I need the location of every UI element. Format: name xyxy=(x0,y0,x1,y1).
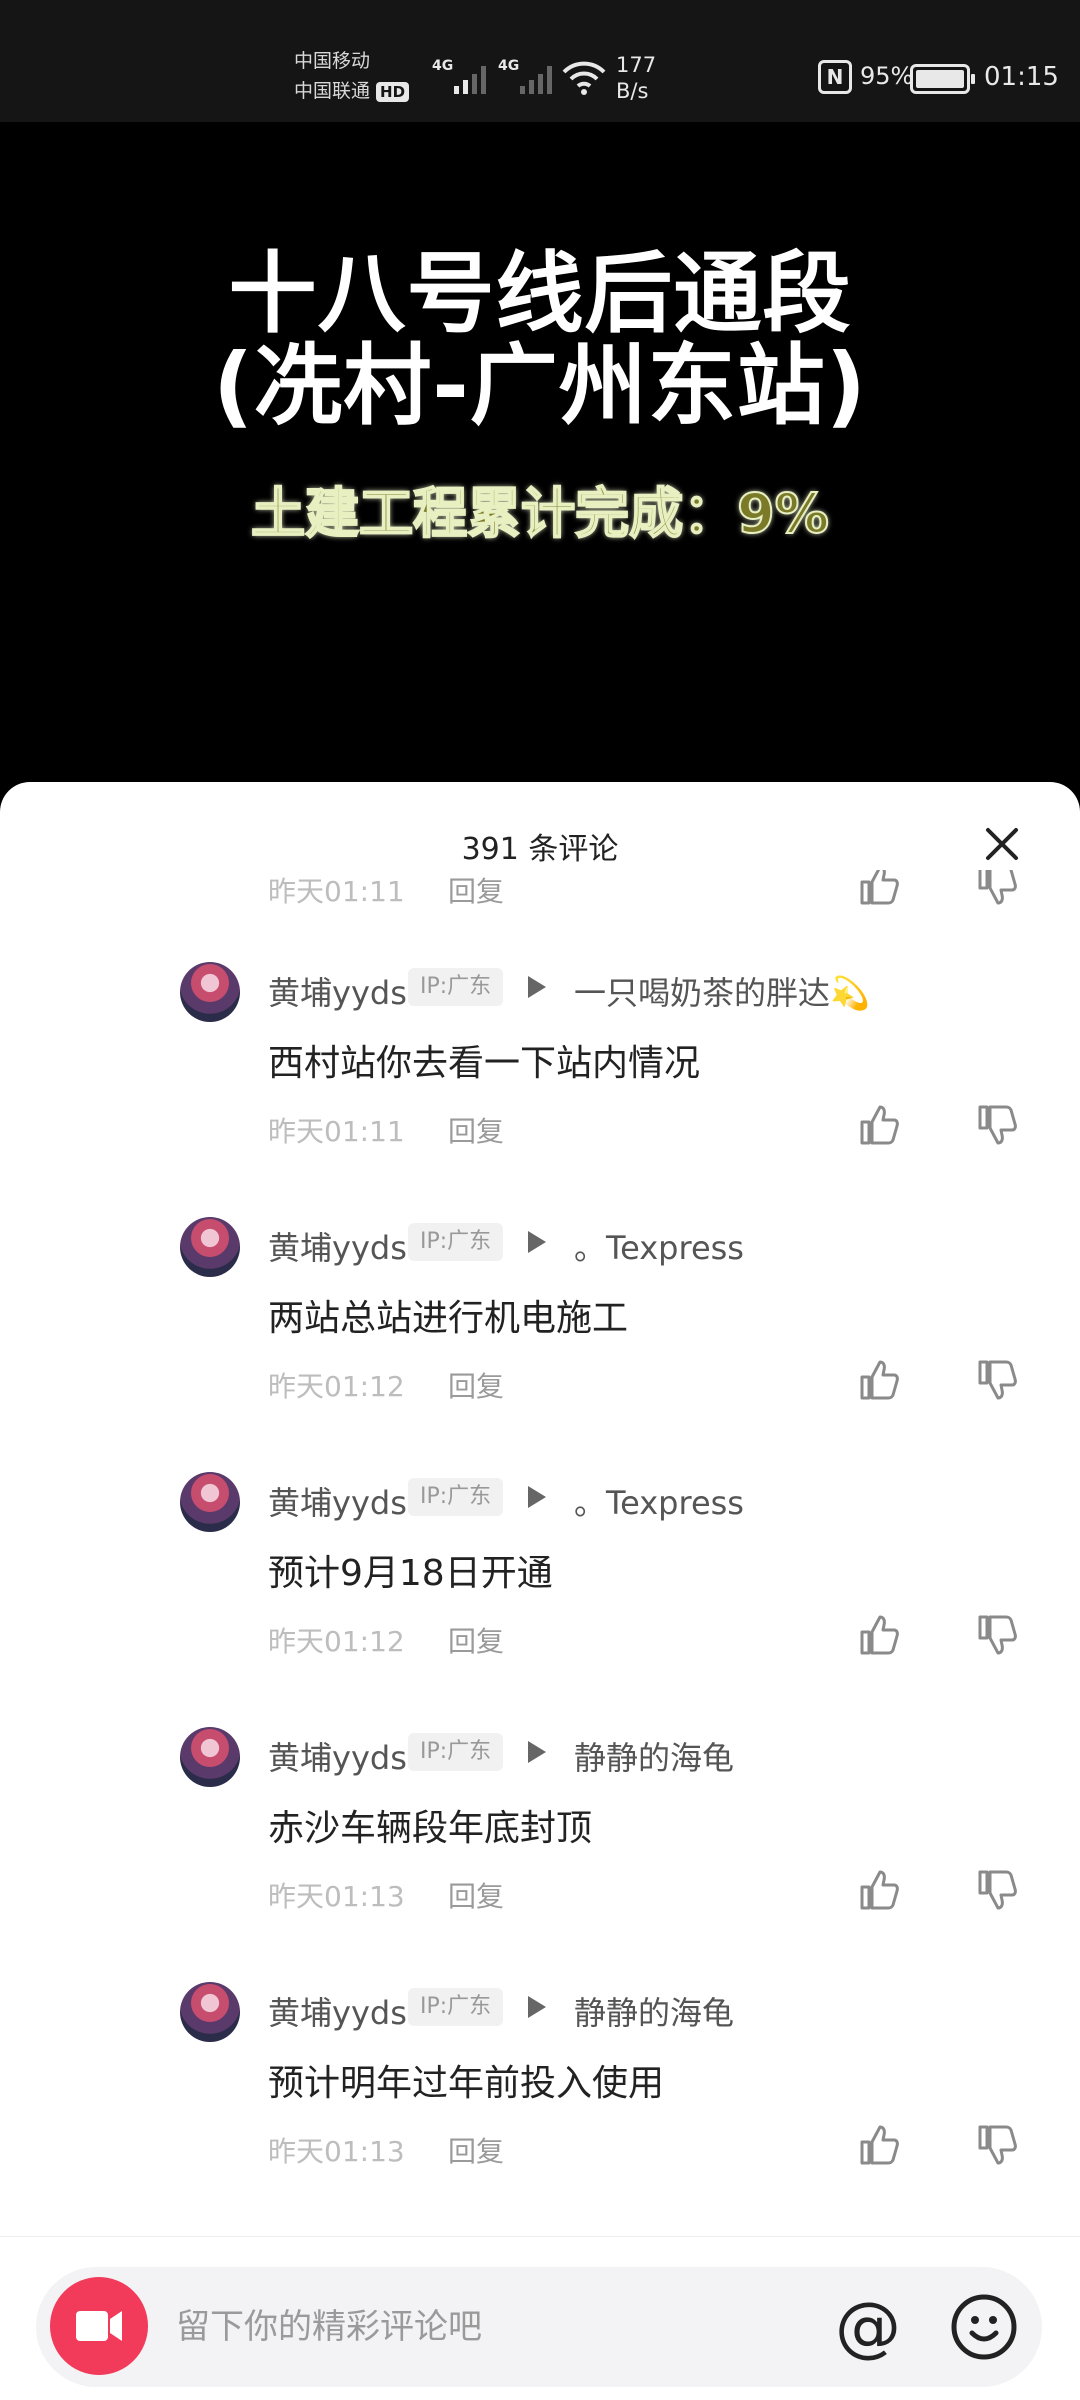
ip-badge: IP:广东 xyxy=(408,1223,504,1261)
list-item: 黄埔yyds IP:广东 。Texpress 两站总站进行机电施工 昨天01:1… xyxy=(0,1217,1080,1472)
video-title: 十八号线后通段 (冼村-广州东站) xyxy=(0,248,1080,432)
comment-author[interactable]: 黄埔yyds xyxy=(268,1223,407,1269)
clock: 01:15 xyxy=(984,62,1059,92)
signal-2-icon: 4G xyxy=(498,58,558,98)
comment-author[interactable]: 黄埔yyds xyxy=(268,1733,407,1779)
list-item-partial: 昨天01:11 回复 xyxy=(0,870,1080,910)
signal-bars-1 xyxy=(454,64,486,94)
list-item: 黄埔yyds IP:广东 一只喝奶茶的胖达💫 西村站你去看一下站内情况 昨天01… xyxy=(0,962,1080,1217)
ip-badge: IP:广东 xyxy=(408,1733,504,1771)
reply-button[interactable]: 回复 xyxy=(448,2130,504,2170)
comment-text[interactable]: 西村站你去看一下站内情况 xyxy=(268,1034,700,1086)
video-camera-icon xyxy=(76,2311,122,2341)
sheet-header: 391 条评论 xyxy=(0,782,1080,882)
list-item: 黄埔yyds IP:广东 静静的海龟 预计明年过年前投入使用 昨天01:13 回… xyxy=(0,1982,1080,2237)
video-player[interactable] xyxy=(0,122,1080,802)
reply-to-user[interactable]: 。Texpress xyxy=(574,1223,744,1269)
network-type-1: 4G xyxy=(432,58,454,74)
ip-badge: IP:广东 xyxy=(408,1478,504,1516)
hd-badge: HD xyxy=(376,81,410,102)
comment-input-bar: @ xyxy=(0,2236,1080,2400)
reply-arrow-icon xyxy=(528,1486,546,1508)
carrier-2: 中国联通 xyxy=(294,80,371,102)
comment-author[interactable]: 黄埔yyds xyxy=(268,1988,407,2034)
comment-time: 昨天01:13 xyxy=(268,2135,405,2168)
comment-text[interactable]: 预计明年过年前投入使用 xyxy=(268,2054,664,2106)
thumbs-down-icon[interactable] xyxy=(974,2122,1020,2168)
comment-text[interactable]: 赤沙车辆段年底封顶 xyxy=(268,1799,592,1851)
ip-badge: IP:广东 xyxy=(408,968,504,1006)
avatar[interactable] xyxy=(180,1472,240,1532)
list-item: 黄埔yyds IP:广东 静静的海龟 赤沙车辆段年底封顶 昨天01:13 回复 xyxy=(0,1727,1080,1982)
input-pill: @ xyxy=(36,2267,1042,2387)
ip-badge: IP:广东 xyxy=(408,1988,504,2026)
comment-author[interactable]: 黄埔yyds xyxy=(268,968,407,1014)
battery-percent: 95% xyxy=(860,62,914,90)
reply-arrow-icon xyxy=(528,1741,546,1763)
reply-button[interactable]: 回复 xyxy=(448,1110,504,1150)
thumbs-down-icon[interactable] xyxy=(974,1102,1020,1148)
comment-count-title: 391 条评论 xyxy=(461,832,619,867)
reply-button[interactable]: 回复 xyxy=(448,1875,504,1915)
battery-icon xyxy=(910,64,975,94)
comment-list[interactable]: 昨天01:11 回复 黄埔yyds IP:广东 一只喝奶茶的胖达💫 西村站你去看… xyxy=(0,870,1080,2240)
thumbs-down-icon[interactable] xyxy=(974,1867,1020,1913)
reply-arrow-icon xyxy=(528,1231,546,1253)
comment-author[interactable]: 黄埔yyds xyxy=(268,1478,407,1524)
avatar[interactable] xyxy=(180,1217,240,1277)
speed-value: 177 xyxy=(616,53,657,77)
thumbs-up-icon[interactable] xyxy=(856,1867,902,1913)
carrier-info: 中国移动 中国联通 HD xyxy=(294,46,410,106)
avatar[interactable] xyxy=(180,1982,240,2042)
wifi-icon xyxy=(562,61,606,95)
thumbs-up-icon[interactable] xyxy=(856,1612,902,1658)
signal-1-icon: 4G xyxy=(432,58,492,98)
comment-text[interactable]: 预计9月18日开通 xyxy=(268,1544,553,1596)
network-type-2: 4G xyxy=(498,58,520,74)
carrier-1: 中国移动 xyxy=(294,50,371,72)
reply-to-user[interactable]: 一只喝奶茶的胖达💫 xyxy=(574,968,870,1014)
thumbs-up-icon[interactable] xyxy=(856,2122,902,2168)
thumbs-down-icon[interactable] xyxy=(974,1612,1020,1658)
reply-button[interactable]: 回复 xyxy=(448,1620,504,1660)
comment-time: 昨天01:12 xyxy=(268,1370,405,1403)
reply-to-user[interactable]: 。Texpress xyxy=(574,1478,744,1524)
reply-arrow-icon xyxy=(528,1996,546,2018)
comment-text[interactable]: 两站总站进行机电施工 xyxy=(268,1289,628,1341)
video-subtitle: 土建工程累计完成：9% xyxy=(250,482,830,545)
nfc-icon: N xyxy=(818,60,852,94)
list-item: 黄埔yyds IP:广东 。Texpress 预计9月18日开通 昨天01:12… xyxy=(0,1472,1080,1727)
reply-to-user[interactable]: 静静的海龟 xyxy=(574,1988,734,2034)
video-title-line1: 十八号线后通段 xyxy=(228,242,852,345)
mention-button[interactable]: @ xyxy=(826,2285,910,2369)
signal-bars-2 xyxy=(520,64,552,94)
thumbs-up-icon[interactable] xyxy=(856,1102,902,1148)
comment-sheet: 391 条评论 昨天01:11 回复 黄埔yyds IP:广东 一只喝奶茶的胖达… xyxy=(0,782,1080,2400)
video-title-line2: (冼村-广州东站) xyxy=(213,334,867,437)
reply-button[interactable]: 回复 xyxy=(448,870,504,910)
reply-to-user[interactable]: 静静的海龟 xyxy=(574,1733,734,1779)
thumbs-up-icon[interactable] xyxy=(856,1357,902,1403)
comment-input[interactable] xyxy=(176,2297,816,2357)
comment-time: 昨天01:13 xyxy=(268,1880,405,1913)
close-icon[interactable] xyxy=(980,822,1024,866)
network-speed: 177 B/s xyxy=(616,52,656,104)
carrier-2-row: 中国联通 HD xyxy=(294,76,410,106)
thumbs-up-icon[interactable] xyxy=(856,870,902,908)
speed-unit: B/s xyxy=(616,79,649,103)
reply-button[interactable]: 回复 xyxy=(448,1365,504,1405)
thumbs-down-icon[interactable] xyxy=(974,870,1020,908)
thumbs-down-icon[interactable] xyxy=(974,1357,1020,1403)
comment-time: 昨天01:11 xyxy=(268,875,405,908)
avatar[interactable] xyxy=(180,1727,240,1787)
comment-time: 昨天01:11 xyxy=(268,1115,405,1148)
comment-time: 昨天01:12 xyxy=(268,1625,405,1658)
record-video-button[interactable] xyxy=(50,2277,148,2375)
smiley-icon[interactable] xyxy=(944,2287,1024,2367)
avatar[interactable] xyxy=(180,962,240,1022)
status-bar: 中国移动 中国联通 HD 4G 4G 177 B/s N 95% 01:15 xyxy=(0,0,1080,122)
reply-arrow-icon xyxy=(528,976,546,998)
